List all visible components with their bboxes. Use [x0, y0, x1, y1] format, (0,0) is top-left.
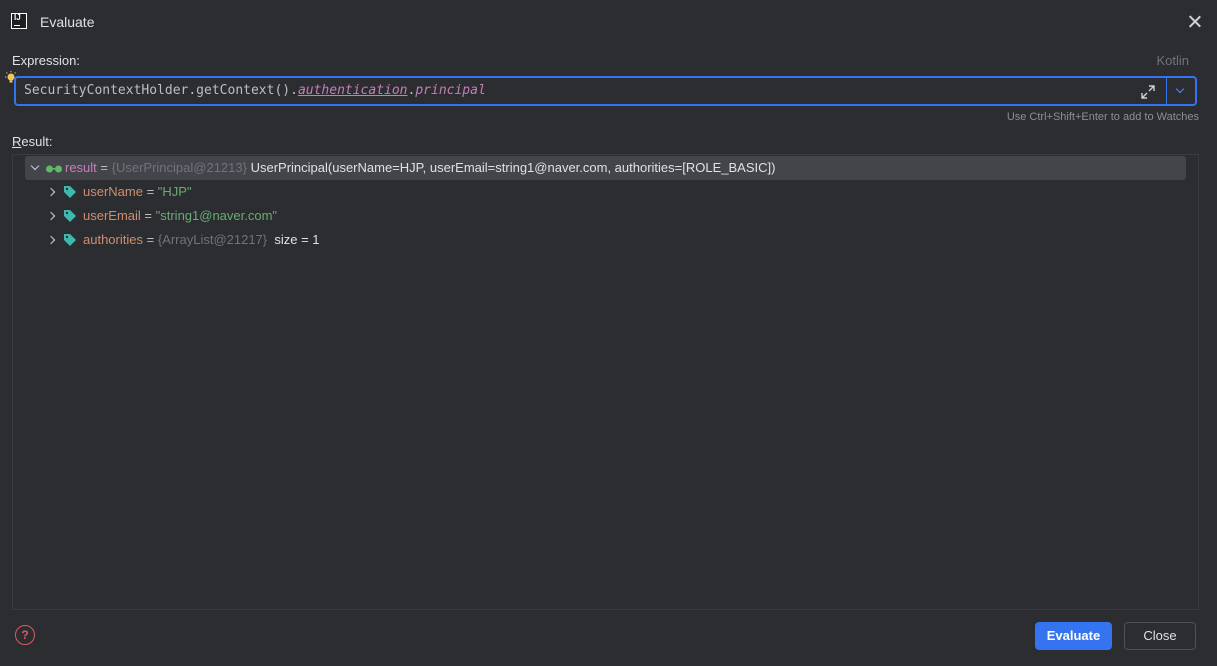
watches-hint: Use Ctrl+Shift+Enter to add to Watches	[1006, 111, 1199, 123]
tree-row-useremail[interactable]: userEmail = "string1@naver.com"	[25, 204, 277, 228]
expression-input[interactable]: SecurityContextHolder.getContext().authe…	[14, 76, 1197, 106]
intellij-logo-icon: IJ	[11, 13, 27, 29]
title-bar: IJ Evaluate	[0, 0, 1217, 44]
result-name: result	[65, 160, 97, 175]
window-title: Evaluate	[40, 14, 95, 30]
evaluate-button[interactable]: Evaluate	[1035, 622, 1112, 650]
result-tree[interactable]: result = {UserPrincipal@21213} UserPrinc…	[12, 154, 1199, 610]
expression-text[interactable]: SecurityContextHolder.getContext().authe…	[24, 83, 486, 98]
tree-row-result[interactable]: result = {UserPrincipal@21213} UserPrinc…	[25, 156, 1186, 180]
expand-arrow-icon[interactable]	[49, 212, 57, 220]
history-dropdown-button[interactable]	[1167, 78, 1195, 104]
tree-row-username[interactable]: userName = "HJP"	[25, 180, 192, 204]
result-label: Result:	[12, 134, 53, 149]
tree-row-authorities[interactable]: authorities = {ArrayList@21217} size = 1	[25, 228, 320, 252]
help-icon[interactable]: ?	[15, 625, 35, 645]
close-icon[interactable]	[1185, 12, 1205, 32]
expand-arrow-icon[interactable]	[49, 236, 57, 244]
result-value: UserPrincipal(userName=HJP, userEmail=st…	[246, 160, 776, 175]
collapse-arrow-icon[interactable]	[31, 164, 39, 172]
expand-editor-icon[interactable]	[1139, 83, 1157, 101]
watch-glasses-icon	[46, 165, 62, 173]
field-tag-icon	[64, 234, 76, 246]
close-button[interactable]: Close	[1124, 622, 1196, 650]
result-ref: {UserPrincipal@21213}	[111, 160, 247, 175]
language-selector[interactable]: Kotlin	[1156, 53, 1189, 68]
field-tag-icon	[64, 210, 76, 222]
expand-arrow-icon[interactable]	[49, 188, 57, 196]
field-tag-icon	[64, 186, 76, 198]
expression-label: Expression:	[12, 53, 80, 68]
